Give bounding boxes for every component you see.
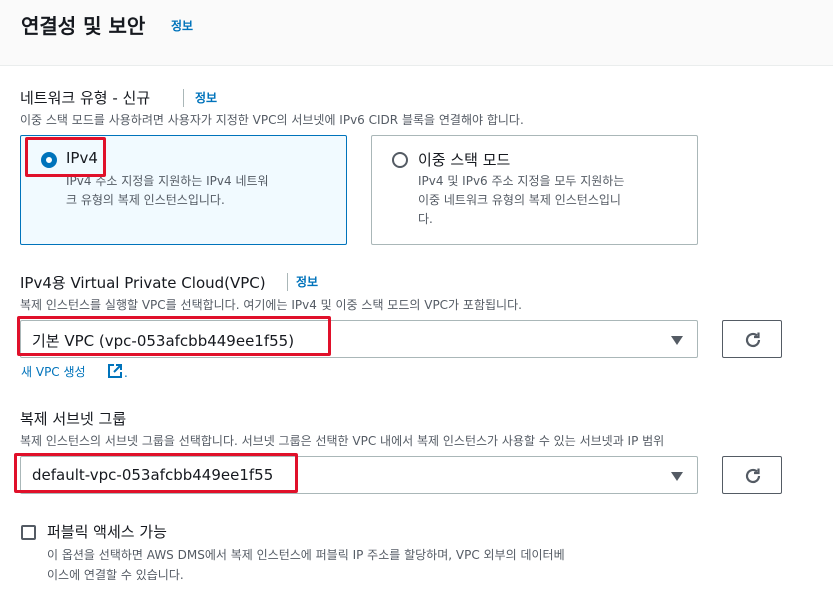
public-access-description-line2: 이스에 연결할 수 있습니다. [47,568,184,582]
dual-stack-option-description-line1: IPv4 및 IPv6 주소 지정을 모두 지원하는 [418,174,625,188]
vpc-description: 복제 인스턴스를 실행할 VPC를 선택합니다. 여기에는 IPv4 및 이중 … [20,298,522,312]
ipv4-option-description-line1: IPv4 주소 지정을 지원하는 IPv4 네트워 [66,174,269,188]
network-type-label: 네트워크 유형 - 신규 [20,89,151,107]
vpc-select-value: 기본 VPC (vpc-053afcbb449ee1f55) [32,332,295,350]
create-vpc-link[interactable]: 새 VPC 생성 [21,363,86,380]
section-header: 연결성 및 보안 정보 [0,0,833,66]
dual-stack-option-tile[interactable]: 이중 스택 모드 IPv4 및 IPv6 주소 지정을 모두 지원하는 이중 네… [371,135,698,245]
ipv4-option-title: IPv4 [66,149,98,167]
dual-stack-option-title: 이중 스택 모드 [418,151,511,169]
ipv4-option-description-line2: 크 유형의 복제 인스턴스입니다. [66,193,225,207]
subnet-group-description: 복제 인스턴스의 서브넷 그룹을 선택합니다. 서브넷 그룹은 선택한 VPC … [20,434,665,448]
divider [287,273,288,291]
section-title: 연결성 및 보안 [21,14,146,38]
subnet-group-refresh-button[interactable] [722,456,782,494]
ipv4-option-tile[interactable]: IPv4 IPv4 주소 지정을 지원하는 IPv4 네트워 크 유형의 복제 … [20,135,347,245]
vpc-info-link[interactable]: 정보 [296,273,318,290]
external-link-icon[interactable] [107,363,123,379]
subnet-group-select[interactable]: default-vpc-053afcbb449ee1f55 [20,456,698,494]
dual-stack-option-description-line3: 다. [418,212,433,226]
caret-down-icon [671,472,683,481]
vpc-refresh-button[interactable] [722,320,782,358]
subnet-group-select-value: default-vpc-053afcbb449ee1f55 [32,466,274,484]
public-access-checkbox[interactable] [21,525,36,540]
public-access-label: 퍼블릭 액세스 가능 [47,523,167,541]
create-vpc-link-suffix: . [124,366,128,380]
dual-stack-radio[interactable] [392,152,408,168]
caret-down-icon [671,336,683,345]
divider [183,89,184,107]
dual-stack-option-description-line2: 이중 네트워크 유형의 복제 인스턴스입니 [418,193,621,207]
subnet-group-label: 복제 서브넷 그룹 [20,410,127,428]
vpc-select[interactable]: 기본 VPC (vpc-053afcbb449ee1f55) [20,320,698,358]
vpc-label: IPv4용 Virtual Private Cloud(VPC) [20,274,266,292]
section-info-link[interactable]: 정보 [171,17,193,34]
network-type-description: 이중 스택 모드를 사용하려면 사용자가 지정한 VPC의 서브넷에 IPv6 … [20,113,524,127]
ipv4-radio[interactable] [41,152,57,168]
refresh-icon [745,468,761,484]
network-type-info-link[interactable]: 정보 [195,89,217,106]
refresh-icon [745,332,761,348]
public-access-description-line1: 이 옵션을 선택하면 AWS DMS에서 복제 인스턴스에 퍼블릭 IP 주소를… [47,548,565,562]
